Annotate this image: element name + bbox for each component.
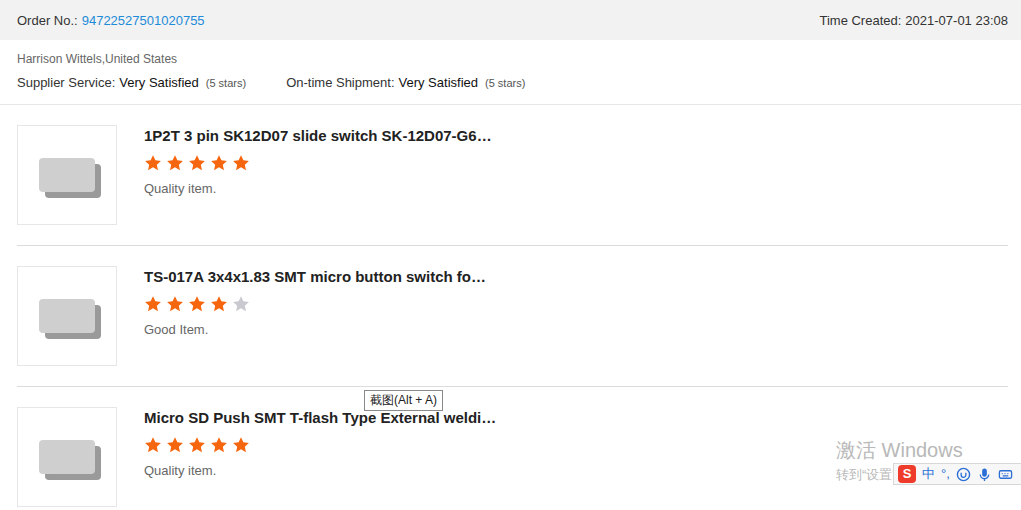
order-review-page: Order No.:94722527501020755 Time Created:… [0,0,1021,510]
star-icon [166,295,184,313]
star-icon [232,436,250,454]
time-created: Time Created:2021-07-01 23:08 [819,13,1008,28]
product-image[interactable] [17,266,117,366]
seller-rating: On-time Shipment:Very Satisfied(5 stars) [286,74,525,92]
microphone-icon[interactable] [977,467,992,482]
item-row: 1P2T 3 pin SK12D07 slide switch SK-12D07… [17,105,1008,246]
star-rating [144,436,496,454]
star-icon [210,154,228,172]
star-rating [144,295,486,313]
order-summary: Harrison Wittels,United States Supplier S… [0,40,1021,105]
seller-rating: Supplier Service:Very Satisfied(5 stars) [17,74,246,92]
ime-button[interactable]: 中 [922,465,935,483]
star-icon [144,436,162,454]
ime-toolbar: S中 °, [893,463,1021,485]
star-icon [166,436,184,454]
star-icon [188,154,206,172]
keyboard-icon[interactable] [998,467,1013,482]
item-title[interactable]: TS-017A 3x4x1.83 SMT micro button switch… [144,267,486,287]
order-header: Order No.:94722527501020755 Time Created:… [0,0,1021,40]
star-rating [144,154,492,172]
order-number: Order No.:94722527501020755 [17,13,205,28]
product-photo [39,440,95,474]
screenshot-tooltip: 截图(Alt + A) [364,390,443,411]
product-photo [39,299,95,333]
product-photo [39,158,95,192]
seller-ratings: Supplier Service:Very Satisfied(5 stars)… [17,74,1004,92]
emoji-icon[interactable] [956,467,971,482]
item-row: TS-017A 3x4x1.83 SMT micro button switch… [17,246,1008,387]
star-icon [188,436,206,454]
star-icon [232,295,250,313]
star-icon [144,154,162,172]
product-image[interactable] [17,125,117,225]
star-icon [188,295,206,313]
sogou-logo-icon[interactable]: S [898,465,916,483]
ime-button[interactable]: °, [941,465,950,483]
order-number-link[interactable]: 94722527501020755 [82,13,205,28]
star-icon [210,295,228,313]
item-comment: Quality item. [144,463,496,479]
product-image[interactable] [17,407,117,507]
star-icon [210,436,228,454]
item-title[interactable]: Micro SD Push SMT T-flash Type External … [144,408,496,428]
star-icon [232,154,250,172]
item-comment: Good Item. [144,322,486,338]
item-comment: Quality item. [144,181,492,197]
buyer-name: Harrison Wittels,United States [17,51,1004,67]
item-title[interactable]: 1P2T 3 pin SK12D07 slide switch SK-12D07… [144,126,492,146]
star-icon [166,154,184,172]
star-icon [144,295,162,313]
